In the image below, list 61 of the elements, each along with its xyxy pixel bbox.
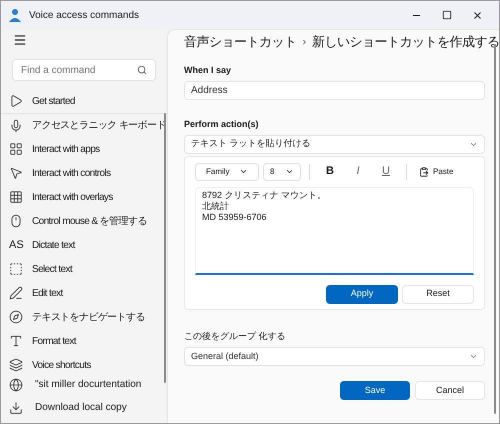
clipboard-icon bbox=[419, 166, 429, 176]
italic-button[interactable]: I bbox=[346, 163, 370, 180]
grid-icon bbox=[9, 190, 23, 204]
globe-icon bbox=[9, 378, 23, 392]
text-icon bbox=[9, 334, 23, 348]
chevron-icon bbox=[469, 352, 478, 361]
pen-icon bbox=[9, 286, 23, 300]
breadcrumb-parent[interactable]: 音声ショートカット bbox=[184, 32, 296, 52]
text-editor[interactable]: 8792 クリスティナ マウント。 北統計 MD 53959-6706 bbox=[195, 186, 474, 274]
cancel-button[interactable]: Cancel bbox=[415, 381, 485, 400]
font-family-dropdown[interactable]: Family bbox=[195, 162, 259, 180]
sidebar-item[interactable]: Voice shortcuts bbox=[1, 353, 167, 373]
sidebar-item[interactable]: Get started bbox=[1, 89, 167, 113]
field-label: When I say bbox=[184, 64, 232, 77]
search-icon bbox=[137, 65, 147, 75]
font-size-dropdown[interactable]: 8 bbox=[263, 162, 301, 180]
close-icon[interactable] bbox=[472, 10, 483, 20]
bold-button[interactable]: B bbox=[318, 163, 342, 180]
microphone-icon bbox=[9, 118, 23, 132]
maximize-icon[interactable] bbox=[442, 10, 452, 20]
menu-icon[interactable] bbox=[13, 33, 27, 47]
sidebar-item[interactable]: Interact with overlays bbox=[1, 185, 167, 209]
save-button[interactable]: Save bbox=[340, 381, 410, 400]
pointer-icon bbox=[9, 166, 23, 180]
as-icon: AS bbox=[9, 236, 23, 254]
apply-button[interactable]: Apply bbox=[326, 284, 398, 304]
chevron-icon bbox=[285, 167, 294, 176]
breadcrumb-separator: › bbox=[302, 34, 306, 50]
app-logo-icon bbox=[9, 8, 21, 22]
mouse-icon bbox=[9, 214, 23, 228]
sidebar-item[interactable]: Format text bbox=[1, 329, 167, 353]
action-dropdown[interactable]: テキスト ラットを貼り付ける bbox=[184, 134, 485, 154]
play-icon bbox=[9, 94, 23, 108]
sidebar-item[interactable]: Interact with apps bbox=[1, 137, 167, 161]
footer-link[interactable]: "sit miller docurtentation bbox=[1, 373, 167, 396]
editor-line: MD 53959-6706 bbox=[202, 212, 268, 222]
group-dropdown[interactable]: General (default) bbox=[184, 347, 485, 366]
layers-icon bbox=[9, 358, 23, 372]
underline-button[interactable]: U bbox=[374, 163, 398, 180]
text-field[interactable]: Address bbox=[184, 81, 485, 100]
editor-line: 北統計 bbox=[202, 200, 230, 212]
sidebar-item[interactable]: Select text bbox=[1, 257, 167, 281]
window-title: Voice access commands bbox=[29, 8, 140, 22]
sidebar-item[interactable]: Control mouse & を管理する bbox=[1, 209, 167, 233]
sidebar-item[interactable]: テキストをナビゲートする bbox=[1, 305, 167, 329]
sidebar-item[interactable]: Edit text bbox=[1, 281, 167, 305]
compass-icon bbox=[9, 310, 23, 324]
search-input[interactable]: Find a command bbox=[21, 62, 137, 78]
field-label: Perform action(s) bbox=[184, 118, 260, 131]
search-field[interactable]: Find a command bbox=[12, 59, 156, 81]
editor-line: 8792 クリスティナ マウント。 bbox=[202, 190, 328, 200]
chevron-icon bbox=[239, 167, 248, 176]
apps-icon bbox=[9, 142, 23, 156]
sidebar-item[interactable]: AS Dictate text bbox=[1, 233, 167, 257]
sidebar-item[interactable]: Interact with controls bbox=[1, 161, 167, 185]
reset-button[interactable]: Reset bbox=[402, 284, 474, 304]
paste-button[interactable]: Paste bbox=[415, 166, 458, 178]
dashed-square-icon bbox=[9, 262, 23, 276]
download-icon bbox=[9, 400, 23, 414]
footer-link[interactable]: Download local copy bbox=[1, 396, 167, 419]
field-label: この後をグループ 化する bbox=[184, 330, 287, 342]
